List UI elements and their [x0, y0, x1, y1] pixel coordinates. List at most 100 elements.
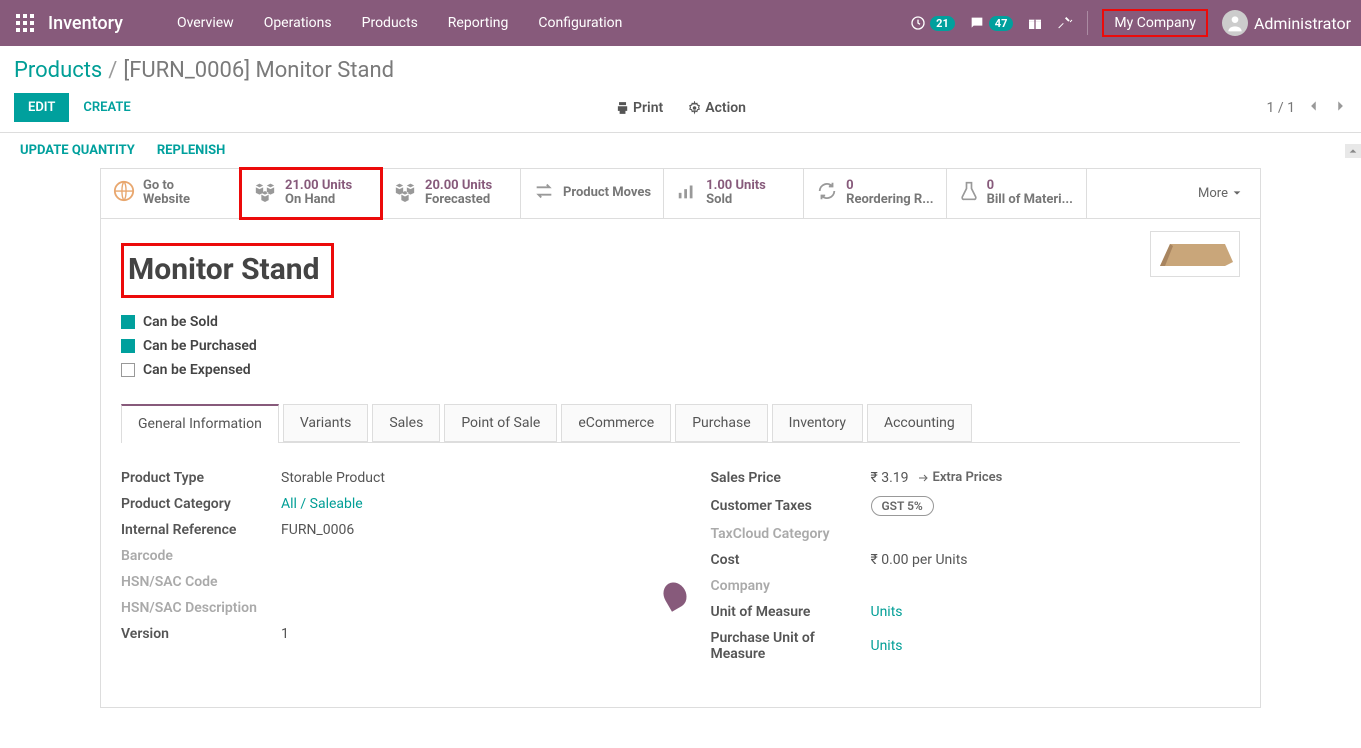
sheet-inner: Monitor Stand Can be Sold Can be Purchas…: [100, 219, 1261, 708]
action-label: Action: [705, 100, 746, 116]
puom-value[interactable]: Units: [871, 638, 903, 654]
nav-products[interactable]: Products: [348, 3, 432, 43]
tab-purchase[interactable]: Purchase: [675, 404, 767, 442]
tab-inventory[interactable]: Inventory: [772, 404, 863, 442]
sheet: Go toWebsite 21.00 UnitsOn Hand 20.00 Un…: [0, 168, 1361, 748]
pager-prev[interactable]: [1307, 99, 1321, 117]
product-category-value[interactable]: All / Saleable: [281, 496, 363, 512]
pager-text: 1 / 1: [1267, 100, 1295, 116]
product-type-label: Product Type: [121, 470, 281, 486]
tab-sales[interactable]: Sales: [372, 404, 440, 442]
cubes-icon: [393, 180, 417, 206]
checkbox-icon: [121, 363, 135, 377]
sales-price-label: Sales Price: [711, 470, 871, 486]
stat-forecasted[interactable]: 20.00 UnitsForecasted: [381, 169, 521, 218]
tab-accounting[interactable]: Accounting: [867, 404, 972, 442]
tab-variants[interactable]: Variants: [283, 404, 369, 442]
exchange-icon: [533, 180, 555, 206]
nav-reporting[interactable]: Reporting: [434, 3, 523, 43]
arrow-right-icon: [917, 472, 929, 484]
print-icon: [615, 101, 629, 115]
caret-down-icon: [1232, 188, 1242, 198]
stat-on-hand[interactable]: 21.00 UnitsOn Hand: [241, 169, 381, 218]
extra-prices-link[interactable]: Extra Prices: [917, 470, 1003, 485]
stat-sold[interactable]: 1.00 UnitsSold: [664, 169, 804, 218]
topbar: Inventory Overview Operations Products R…: [0, 0, 1361, 46]
form-grid: Product TypeStorable Product Product Cat…: [121, 443, 1240, 667]
create-button[interactable]: CREATE: [83, 100, 130, 115]
breadcrumb-separator: /: [108, 58, 117, 83]
product-title-highlight: Monitor Stand: [121, 243, 334, 298]
activities-button[interactable]: 21: [910, 15, 955, 31]
tab-ecommerce[interactable]: eCommerce: [561, 404, 671, 442]
stat-bom[interactable]: 0Bill of Materi...: [947, 169, 1087, 218]
tabs: General Information Variants Sales Point…: [121, 404, 1240, 443]
customer-taxes-label: Customer Taxes: [711, 498, 871, 514]
stat-product-moves[interactable]: Product Moves: [521, 169, 664, 218]
print-label: Print: [633, 100, 663, 116]
scroll-up-icon[interactable]: [1345, 144, 1361, 158]
version-value: 1: [281, 626, 289, 642]
update-quantity-link[interactable]: UPDATE QUANTITY: [20, 143, 135, 158]
tab-pos[interactable]: Point of Sale: [444, 404, 557, 442]
internal-ref-value: FURN_0006: [281, 522, 354, 538]
cost-label: Cost: [711, 552, 871, 568]
globe-icon: [113, 180, 135, 206]
customer-taxes-value: GST 5%: [871, 496, 934, 516]
avatar-icon: [1222, 10, 1248, 36]
can-be-sold: Can be Sold: [121, 310, 1240, 334]
breadcrumb-root[interactable]: Products: [14, 58, 102, 83]
product-flags: Can be Sold Can be Purchased Can be Expe…: [121, 310, 1240, 382]
control-row: EDIT CREATE Print Action 1 / 1: [0, 87, 1361, 132]
can-be-purchased: Can be Purchased: [121, 334, 1240, 358]
checkbox-icon: [121, 339, 135, 353]
user-menu[interactable]: Administrator: [1222, 10, 1351, 36]
cost-value: ₹ 0.00 per Units: [871, 552, 968, 568]
app-title: Inventory: [48, 13, 123, 34]
version-label: Version: [121, 626, 281, 642]
product-image[interactable]: [1150, 231, 1240, 277]
pager-next[interactable]: [1333, 99, 1347, 117]
form-left: Product TypeStorable Product Product Cat…: [121, 465, 651, 667]
puom-label: Purchase Unit of Measure: [711, 630, 871, 662]
more-label: More: [1198, 186, 1228, 201]
messages-badge: 47: [989, 16, 1014, 31]
edit-button[interactable]: EDIT: [14, 93, 69, 122]
tab-general-info[interactable]: General Information: [121, 404, 279, 443]
product-type-value: Storable Product: [281, 470, 385, 486]
refresh-icon: [816, 180, 838, 206]
stat-reordering[interactable]: 0Reordering R...: [804, 169, 946, 218]
chart-icon: [676, 180, 698, 206]
nav-configuration[interactable]: Configuration: [524, 3, 636, 43]
messages-button[interactable]: 47: [969, 15, 1014, 31]
form-right: Sales Price₹ 3.19 Extra Prices Customer …: [711, 465, 1241, 667]
print-button[interactable]: Print: [615, 100, 663, 116]
nav-overview[interactable]: Overview: [163, 3, 248, 43]
topbar-right: 21 47 My Company Administrator: [910, 9, 1351, 37]
separator: [1087, 11, 1088, 35]
pager: 1 / 1: [1267, 99, 1347, 117]
stat-more[interactable]: More: [1180, 169, 1260, 218]
flask-icon: [959, 180, 979, 206]
internal-ref-label: Internal Reference: [121, 522, 281, 538]
nav-menu: Overview Operations Products Reporting C…: [163, 3, 636, 43]
activities-badge: 21: [930, 16, 955, 31]
company-label: Company: [711, 578, 871, 594]
apps-icon[interactable]: [10, 8, 40, 38]
uom-label: Unit of Measure: [711, 604, 871, 620]
product-category-label: Product Category: [121, 496, 281, 512]
action-button[interactable]: Action: [687, 100, 746, 116]
breadcrumb: Products / [FURN_0006] Monitor Stand: [0, 46, 1361, 87]
uom-value[interactable]: Units: [871, 604, 903, 620]
nav-operations[interactable]: Operations: [250, 3, 346, 43]
status-links: UPDATE QUANTITY REPLENISH: [0, 133, 1361, 168]
company-selector[interactable]: My Company: [1102, 9, 1208, 37]
sales-price-value: ₹ 3.19: [871, 470, 909, 486]
gift-icon[interactable]: [1027, 15, 1043, 31]
replenish-link[interactable]: REPLENISH: [157, 143, 226, 158]
product-title: Monitor Stand: [128, 252, 319, 287]
hsn-label: HSN/SAC Code: [121, 574, 281, 590]
debug-icon[interactable]: [1057, 15, 1073, 31]
breadcrumb-current: [FURN_0006] Monitor Stand: [123, 58, 394, 83]
stat-go-website[interactable]: Go toWebsite: [101, 169, 241, 218]
